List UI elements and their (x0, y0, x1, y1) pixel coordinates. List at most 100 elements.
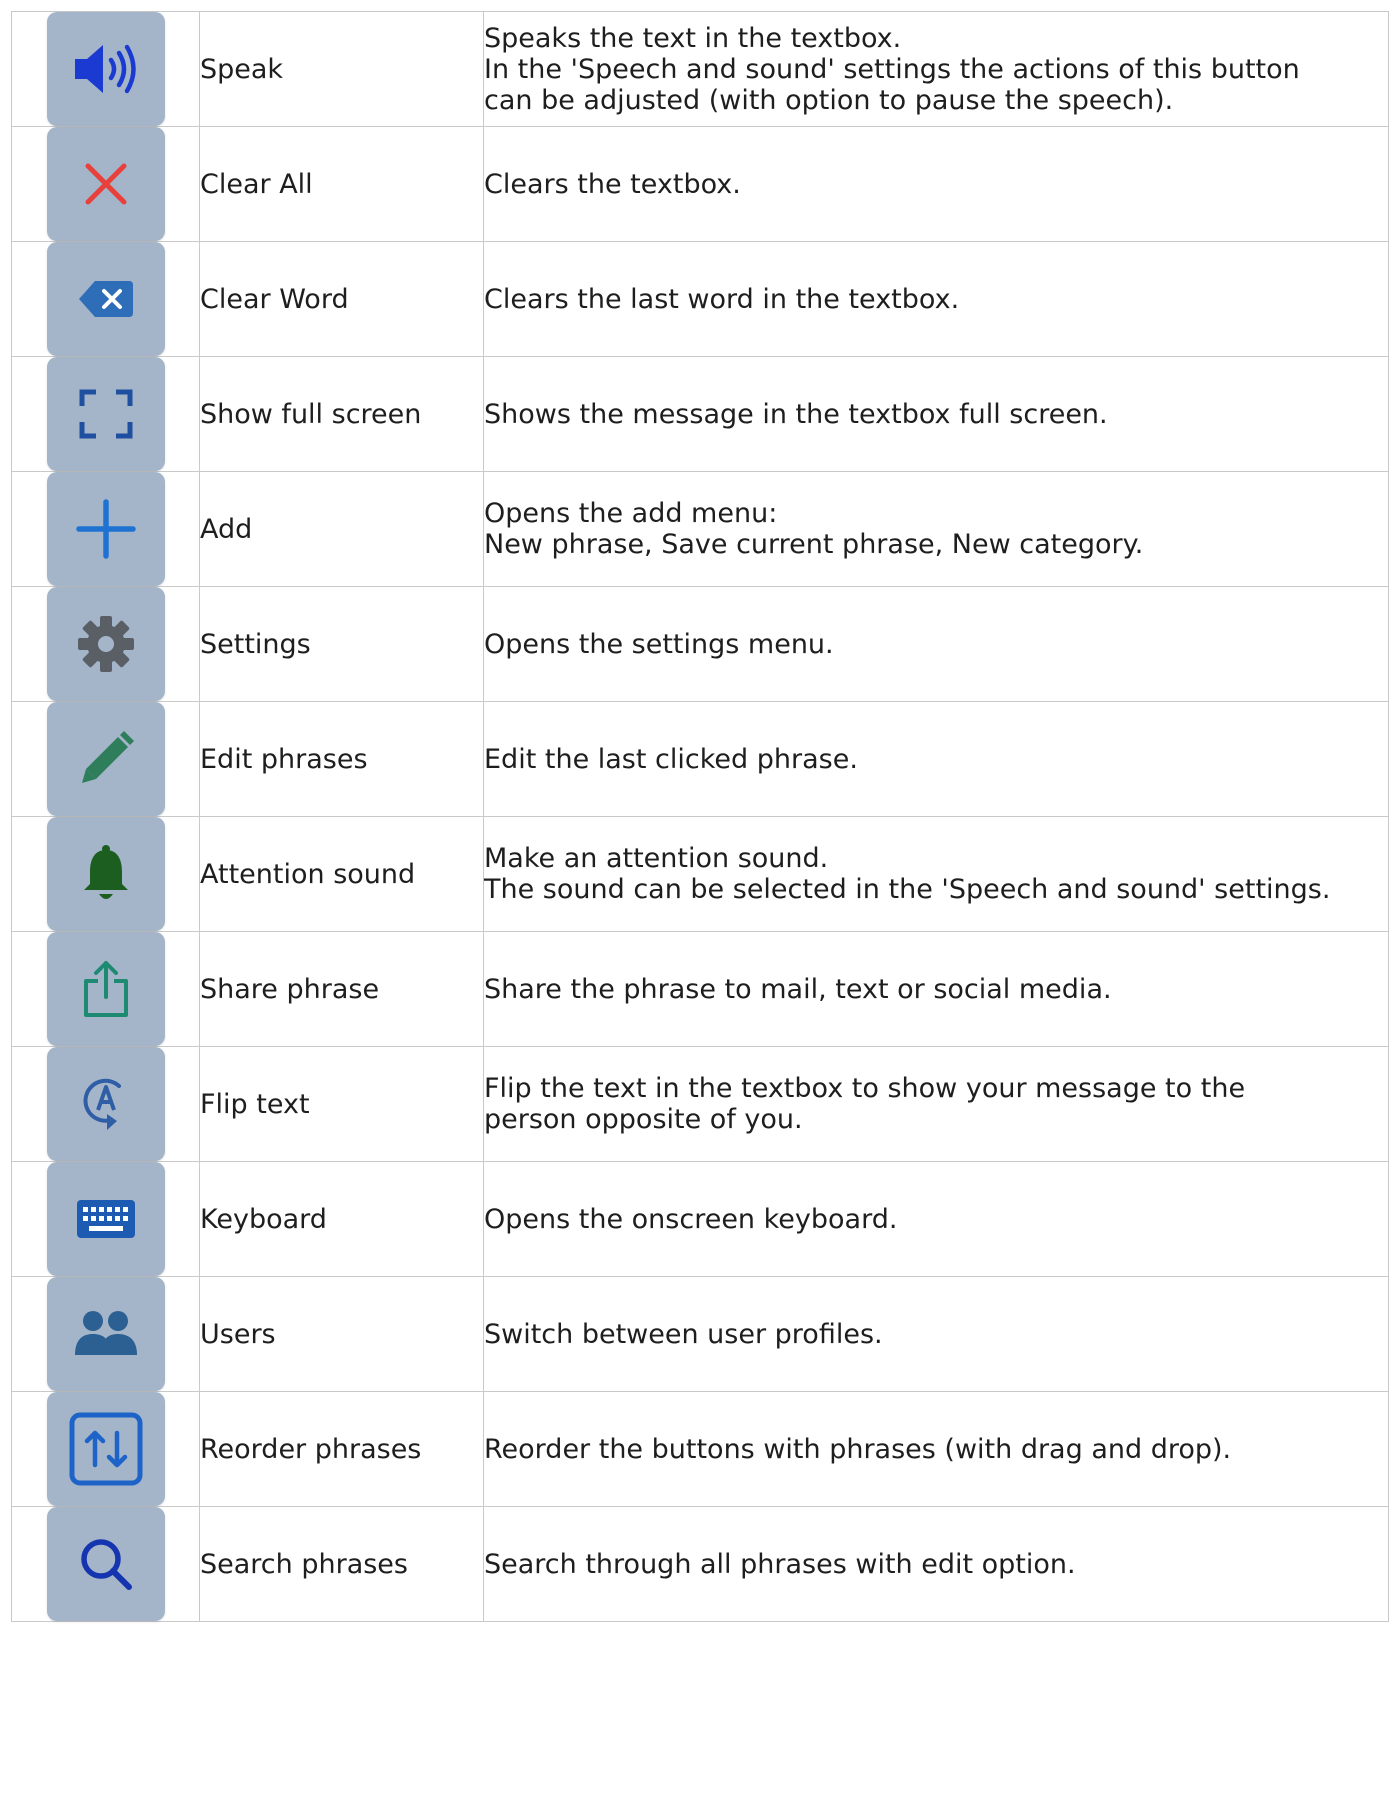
description-line: Opens the settings menu. (484, 628, 834, 660)
button-name: Search phrases (199, 1506, 484, 1622)
button-description: Opens the add menu: New phrase, Save cur… (483, 471, 1389, 587)
table-row: Clear Word Clears the last word in the t… (11, 241, 1389, 357)
button-description: Make an attention sound. The sound can b… (483, 816, 1389, 932)
description-line: Clears the last word in the textbox. (484, 283, 960, 315)
description-line: Shows the message in the textbox full sc… (484, 398, 1108, 430)
button-description: Search through all phrases with edit opt… (483, 1506, 1389, 1622)
speaker-icon (74, 44, 136, 94)
table-row: Settings Opens the settings menu. (11, 586, 1389, 702)
flip-text-button[interactable] (46, 1047, 165, 1161)
icon-cell (11, 1506, 200, 1622)
icon-cell (11, 816, 200, 932)
icon-cell (11, 701, 200, 817)
pencil-icon (81, 731, 134, 783)
clear-all-button[interactable] (46, 127, 165, 241)
speak-button[interactable] (46, 12, 165, 126)
table-row: Attention sound Make an attention sound.… (11, 816, 1389, 932)
bell-icon (83, 845, 128, 899)
keyboard-icon (76, 1200, 135, 1238)
button-description: Clears the last word in the textbox. (483, 241, 1389, 357)
attention-sound-button[interactable] (46, 817, 165, 931)
description-line: Clears the textbox. (484, 168, 741, 200)
icon-cell (11, 356, 200, 472)
edit-phrases-button[interactable] (46, 702, 165, 816)
button-description: Opens the settings menu. (483, 586, 1389, 702)
button-description: Flip the text in the textbox to show you… (483, 1046, 1389, 1162)
description-line: Speaks the text in the textbox. (484, 22, 902, 54)
button-name: Clear Word (199, 241, 484, 357)
description-line: New phrase, Save current phrase, New cat… (484, 529, 1144, 560)
clear-word-button[interactable] (46, 242, 165, 356)
icon-cell (11, 1046, 200, 1162)
button-name: Speak (199, 11, 484, 127)
close-icon (85, 163, 126, 205)
icon-cell (11, 1391, 200, 1507)
share-phrase-button[interactable] (46, 932, 165, 1046)
button-name: Settings (199, 586, 484, 702)
table-row: Users Switch between user profiles. (11, 1276, 1389, 1392)
icon-cell (11, 126, 200, 242)
description-line: Opens the add menu: (484, 498, 778, 529)
button-name: Edit phrases (199, 701, 484, 817)
description-line: Flip the text in the textbox to show you… (484, 1073, 1246, 1104)
description-line: Reorder the buttons with phrases (with d… (484, 1433, 1232, 1465)
button-description: Share the phrase to mail, text or social… (483, 931, 1389, 1047)
table-row: Speak Speaks the text in the textbox. In… (11, 11, 1389, 127)
table-row: Share phrase Share the phrase to mail, t… (11, 931, 1389, 1047)
description-line: can be adjusted (with option to pause th… (484, 84, 1174, 116)
description-line: Opens the onscreen keyboard. (484, 1203, 898, 1235)
table-row: Keyboard Opens the onscreen keyboard. (11, 1161, 1389, 1277)
button-description: Clears the textbox. (483, 126, 1389, 242)
button-name: Keyboard (199, 1161, 484, 1277)
button-name: Clear All (199, 126, 484, 242)
reorder-phrases-button[interactable] (46, 1392, 165, 1506)
toolbar-help-table: Speak Speaks the text in the textbox. In… (11, 11, 1389, 1622)
table-row: Flip text Flip the text in the textbox t… (11, 1046, 1389, 1162)
table-row: Clear All Clears the textbox. (11, 126, 1389, 242)
gear-icon (77, 616, 134, 672)
fullscreen-icon (79, 389, 132, 439)
button-name: Share phrase (199, 931, 484, 1047)
icon-cell (11, 471, 200, 587)
icon-cell (11, 1161, 200, 1277)
description-line: person opposite of you. (484, 1104, 803, 1135)
reorder-icon (69, 1412, 142, 1486)
users-icon (74, 1311, 137, 1355)
button-name: Flip text (199, 1046, 484, 1162)
table-row: Show full screen Shows the message in th… (11, 356, 1389, 472)
button-description: Switch between user profiles. (483, 1276, 1389, 1392)
button-name: Show full screen (199, 356, 484, 472)
button-description: Edit the last clicked phrase. (483, 701, 1389, 817)
icon-cell (11, 931, 200, 1047)
button-name: Add (199, 471, 484, 587)
plus-icon (75, 499, 136, 559)
flip-text-icon (83, 1078, 121, 1130)
table-row: Search phrases Search through all phrase… (11, 1506, 1389, 1622)
button-name: Attention sound (199, 816, 484, 932)
description-line: Make an attention sound. (484, 843, 829, 874)
button-description: Speaks the text in the textbox. In the '… (483, 11, 1389, 127)
button-name: Users (199, 1276, 484, 1392)
icon-cell (11, 586, 200, 702)
search-icon (80, 1539, 132, 1590)
search-phrases-button[interactable] (46, 1507, 165, 1621)
icon-cell (11, 1276, 200, 1392)
full-screen-button[interactable] (46, 357, 165, 471)
table-row: Add Opens the add menu: New phrase, Save… (11, 471, 1389, 587)
settings-button[interactable] (46, 587, 165, 701)
description-line: Edit the last clicked phrase. (484, 743, 858, 775)
description-line: In the 'Speech and sound' settings the a… (484, 53, 1300, 85)
icon-cell (11, 241, 200, 357)
button-description: Reorder the buttons with phrases (with d… (483, 1391, 1389, 1507)
users-button[interactable] (46, 1277, 165, 1391)
table-row: Edit phrases Edit the last clicked phras… (11, 701, 1389, 817)
icon-cell (11, 11, 200, 127)
button-description: Shows the message in the textbox full sc… (483, 356, 1389, 472)
description-line: The sound can be selected in the 'Speech… (484, 874, 1331, 905)
keyboard-button[interactable] (46, 1162, 165, 1276)
share-icon (83, 961, 128, 1017)
button-name: Reorder phrases (199, 1391, 484, 1507)
description-line: Switch between user profiles. (484, 1318, 883, 1350)
add-button[interactable] (46, 472, 165, 586)
backspace-icon (78, 281, 133, 317)
